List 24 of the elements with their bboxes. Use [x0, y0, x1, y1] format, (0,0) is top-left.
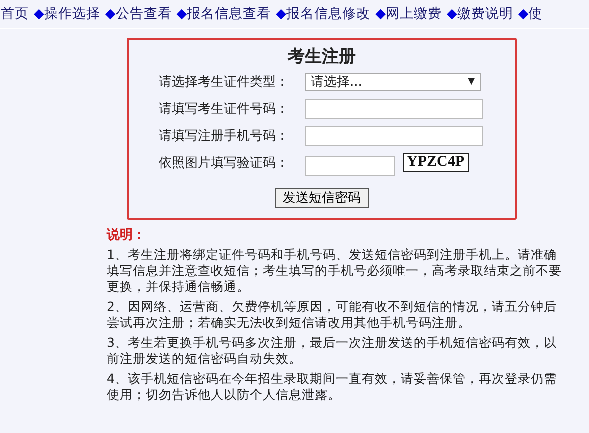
nav-link[interactable]: ◆网上缴费 — [376, 5, 442, 23]
note-paragraph: 1、考生注册将绑定证件号码和手机号码、发送短信密码到注册手机上。请准确填写信息并注意查收短信；考生填写的手机号必须唯一，高考录取结束之前不要更换，并保持通信畅通。 — [107, 247, 563, 295]
nav-link[interactable]: ◆报名信息修改 — [276, 5, 371, 23]
field-label: 请选择考生证件类型： — [159, 74, 290, 90]
note-paragraph: 2、因网络、运营商、欠费停机等原因，可能有收不到短信的情况，请五分钟后尝试再次注册；若确实无法收到短信请改用其他手机号码注册。 — [107, 299, 558, 331]
nav-link[interactable]: ◆使 — [518, 5, 543, 23]
send-sms-button[interactable]: 发送短信密码 — [275, 188, 369, 208]
nav-link[interactable]: ◆报名信息查看 — [176, 5, 272, 23]
field-label: 请填写注册手机号码： — [159, 128, 290, 144]
nav-link[interactable]: ◆操作选择 — [34, 5, 100, 23]
field-label: 请填写考生证件号码： — [159, 100, 290, 118]
note-paragraph: 3、考生若更换手机号码多次注册，最后一次注册发送的手机短信密码有效，以前注册发送的短信密码自动失效。 — [107, 335, 558, 367]
id-type-select[interactable]: 请选择... ▼ — [305, 72, 481, 90]
nav-link[interactable]: 首页 — [1, 5, 29, 23]
captcha-field[interactable] — [305, 156, 395, 176]
input-field[interactable] — [305, 126, 483, 146]
field-label: 依照图片填写验证码： — [159, 154, 290, 172]
note-paragraph: 4、该手机短信密码在今年招生录取期间一直有效，请妥善保管，再次登录仍需使用；切勿告诉他人以防个人信息泄露。 — [107, 371, 558, 403]
nav-link[interactable]: ◆缴费说明 — [446, 5, 514, 23]
nav-link[interactable]: ◆公告查看 — [105, 5, 172, 23]
captcha-image: YPZC4P — [403, 153, 468, 172]
form-title: 考生注册 — [287, 46, 357, 68]
notes-heading: 说明： — [107, 227, 147, 244]
input-field[interactable] — [305, 98, 483, 118]
